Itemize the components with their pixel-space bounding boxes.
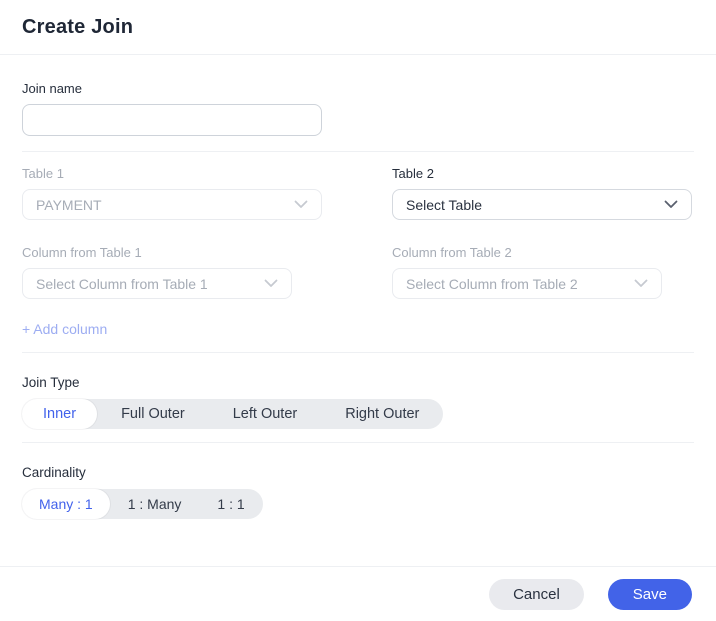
segment-option-1-many[interactable]: 1 : Many [110, 489, 200, 519]
cardinality-section: Cardinality Many : 11 : Many1 : 1 [22, 465, 694, 519]
save-button[interactable]: Save [608, 579, 692, 610]
table2-label: Table 2 [392, 166, 692, 181]
dialog-footer: Cancel Save [0, 566, 716, 621]
table2-select-placeholder: Select Table [406, 197, 482, 213]
segment-option-many-1[interactable]: Many : 1 [22, 489, 110, 519]
join-type-section: Join Type InnerFull OuterLeft OuterRight… [22, 375, 694, 429]
column1-field: Column from Table 1 Select Column from T… [22, 245, 322, 299]
cardinality-label: Cardinality [22, 465, 694, 480]
chevron-down-icon [294, 200, 308, 209]
join-name-input[interactable] [22, 104, 322, 136]
join-name-label: Join name [22, 81, 694, 96]
chevron-down-icon [664, 200, 678, 209]
segment-option-1-1[interactable]: 1 : 1 [199, 489, 262, 519]
section-divider [22, 352, 694, 353]
dialog-header: Create Join [0, 0, 716, 55]
column2-select[interactable]: Select Column from Table 2 [392, 268, 662, 299]
chevron-down-icon [264, 279, 278, 288]
chevron-down-icon [634, 279, 648, 288]
table1-select-value: PAYMENT [36, 197, 102, 213]
segment-option-right-outer[interactable]: Right Outer [321, 399, 443, 429]
join-type-label: Join Type [22, 375, 694, 390]
column1-select[interactable]: Select Column from Table 1 [22, 268, 292, 299]
table1-label: Table 1 [22, 166, 322, 181]
join-name-section: Join name [22, 81, 694, 136]
table1-select: PAYMENT [22, 189, 322, 220]
segment-option-left-outer[interactable]: Left Outer [209, 399, 321, 429]
table2-field: Table 2 Select Table [392, 166, 692, 220]
cancel-button[interactable]: Cancel [489, 579, 584, 610]
table2-select[interactable]: Select Table [392, 189, 692, 220]
column2-label: Column from Table 2 [392, 245, 692, 260]
dialog-body: Join name Table 1 PAYMENT Table 2 Select… [0, 81, 716, 519]
column1-label: Column from Table 1 [22, 245, 322, 260]
columns-row: Column from Table 1 Select Column from T… [22, 245, 694, 299]
section-divider [22, 151, 694, 152]
section-divider [22, 442, 694, 443]
column2-field: Column from Table 2 Select Column from T… [392, 245, 692, 299]
dialog-title: Create Join [22, 16, 694, 39]
table1-field: Table 1 PAYMENT [22, 166, 322, 220]
join-type-segmented-control: InnerFull OuterLeft OuterRight Outer [22, 399, 443, 429]
column1-select-placeholder: Select Column from Table 1 [36, 276, 208, 292]
cardinality-segmented-control: Many : 11 : Many1 : 1 [22, 489, 263, 519]
segment-option-full-outer[interactable]: Full Outer [97, 399, 209, 429]
add-column-button[interactable]: + Add column [22, 321, 107, 337]
tables-row: Table 1 PAYMENT Table 2 Select Table [22, 166, 694, 220]
column2-select-placeholder: Select Column from Table 2 [406, 276, 578, 292]
create-join-dialog: Create Join Join name Table 1 PAYMENT Ta… [0, 0, 716, 621]
segment-option-inner[interactable]: Inner [22, 399, 97, 429]
